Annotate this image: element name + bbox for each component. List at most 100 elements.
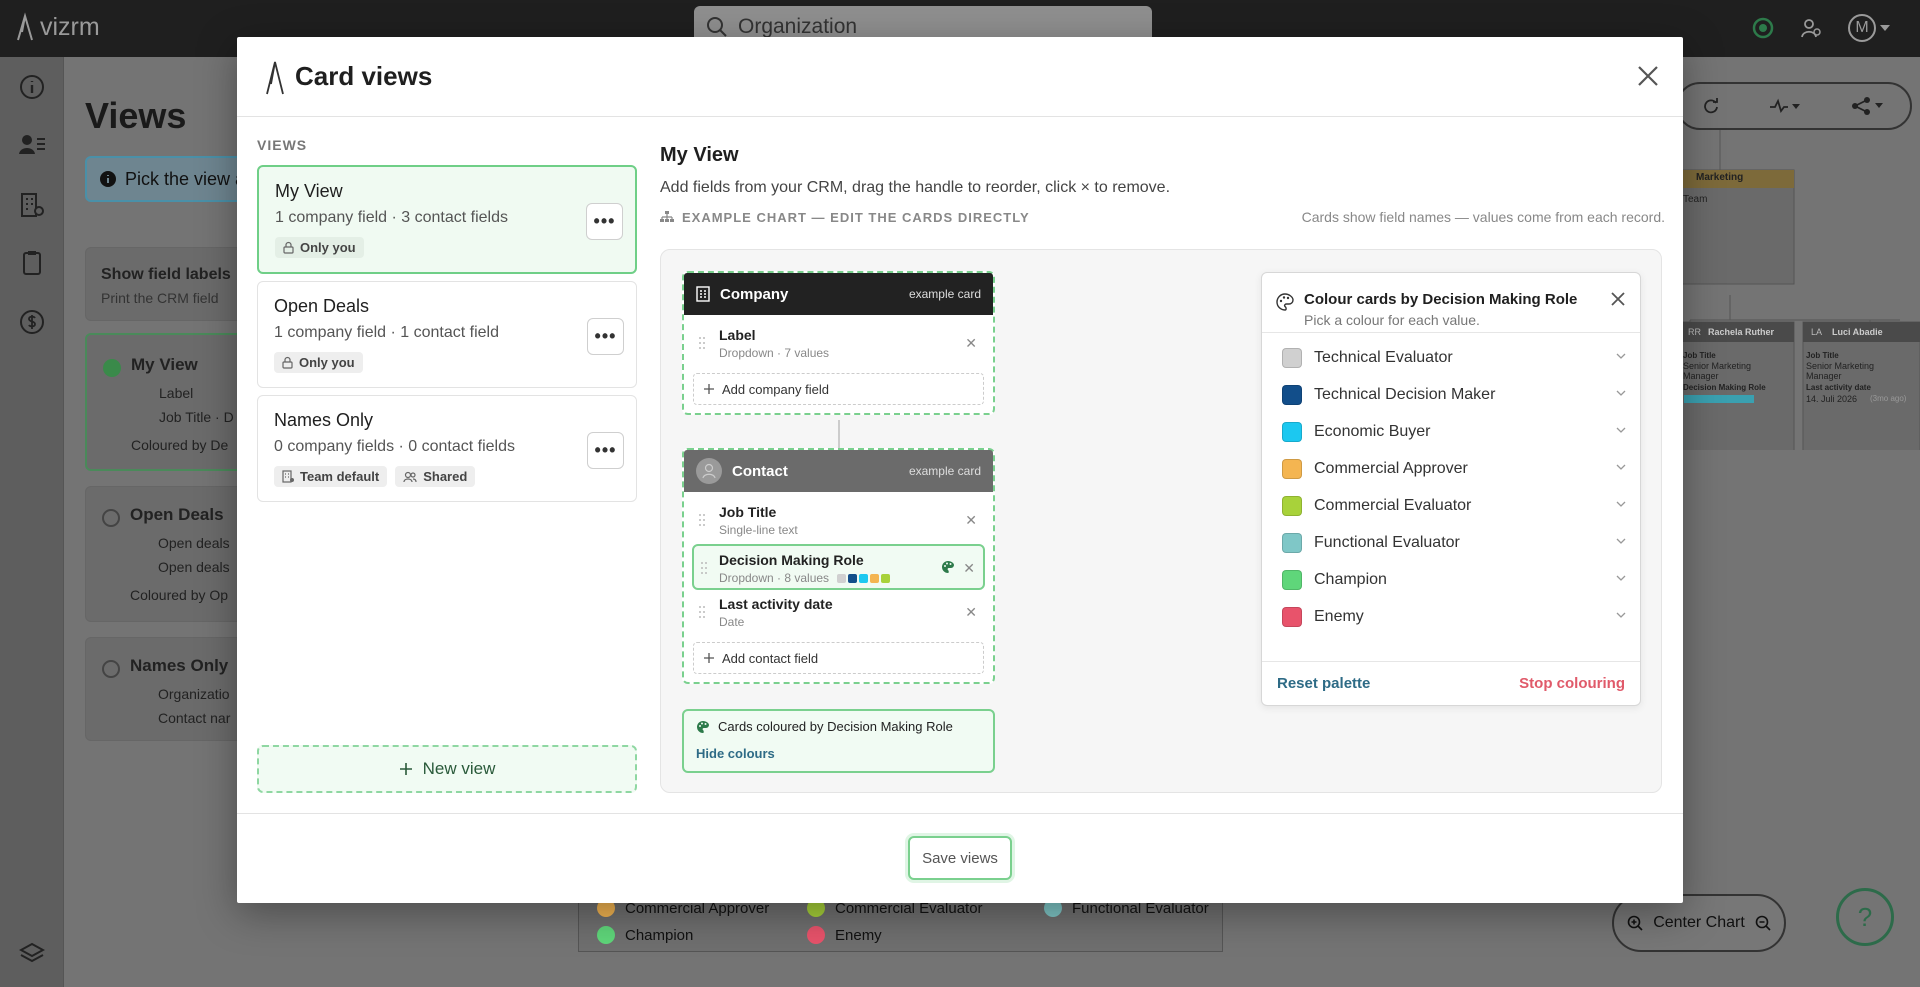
remove-field-icon[interactable]: ✕ bbox=[963, 560, 975, 577]
drag-handle-icon[interactable] bbox=[698, 335, 706, 351]
logo-text: vizrm bbox=[40, 12, 100, 41]
contacts-list-icon[interactable] bbox=[18, 131, 46, 159]
view-more-button[interactable]: ••• bbox=[586, 203, 623, 240]
palette-row[interactable]: Enemy bbox=[1262, 598, 1640, 635]
bg-person-initials: LA bbox=[1811, 327, 1823, 337]
colour-chip[interactable] bbox=[1282, 347, 1302, 368]
view-editor-header: My View Add fields from your CRM, drag t… bbox=[660, 144, 1665, 225]
add-company-field-button[interactable]: Add company field bbox=[693, 373, 984, 405]
zoom-out-icon[interactable] bbox=[1755, 915, 1771, 931]
palette-row[interactable]: Champion bbox=[1262, 561, 1640, 598]
bg-person-field: Last activity date bbox=[1806, 383, 1871, 392]
close-icon[interactable] bbox=[1610, 291, 1626, 307]
field-name: Last activity date bbox=[719, 596, 833, 612]
app-logo[interactable]: vizrm bbox=[14, 12, 100, 42]
chevron-down-icon[interactable] bbox=[1616, 390, 1626, 396]
plus-icon bbox=[399, 763, 412, 775]
shared-badge: Shared bbox=[395, 466, 476, 487]
palette-row[interactable]: Economic Buyer bbox=[1262, 413, 1640, 450]
close-icon[interactable] bbox=[1633, 61, 1663, 91]
show-field-labels-panel: Show field labels Print the CRM field bbox=[85, 247, 245, 321]
badge-label: Team default bbox=[300, 469, 380, 484]
drag-handle-icon[interactable] bbox=[700, 560, 708, 576]
palette-row[interactable]: Technical Decision Maker bbox=[1262, 376, 1640, 413]
palette-row[interactable]: Technical Evaluator bbox=[1262, 339, 1640, 376]
palette-row[interactable]: Functional Evaluator bbox=[1262, 524, 1640, 561]
card-field-row[interactable]: Job Title Single-line text ✕ bbox=[684, 498, 993, 544]
drag-handle-icon[interactable] bbox=[698, 604, 706, 620]
chevron-down-icon[interactable] bbox=[1616, 464, 1626, 470]
remove-field-icon[interactable]: ✕ bbox=[965, 512, 977, 529]
colour-chip[interactable] bbox=[1282, 458, 1302, 479]
view-item-names-only[interactable]: Names Only 0 company fields · 0 contact … bbox=[257, 395, 637, 502]
company-example-card: Company example card Label Dropdown · 7 … bbox=[682, 271, 995, 415]
example-card-badge: example card bbox=[908, 464, 981, 478]
palette-list: Technical Evaluator Technical Decision M… bbox=[1262, 333, 1640, 635]
colour-chip[interactable] bbox=[1282, 532, 1302, 553]
refresh-icon[interactable] bbox=[1703, 98, 1719, 114]
palette-icon bbox=[1276, 293, 1294, 311]
drag-handle-icon[interactable] bbox=[698, 512, 706, 528]
save-views-button[interactable]: Save views bbox=[908, 836, 1012, 880]
bg-view-my-view[interactable]: My View Label Job Title · D Coloured by … bbox=[85, 333, 245, 471]
contact-avatar-icon bbox=[696, 458, 722, 484]
chevron-down-icon[interactable] bbox=[1616, 538, 1626, 544]
chevron-down-icon[interactable] bbox=[1616, 501, 1626, 507]
colour-chip[interactable] bbox=[1282, 569, 1302, 590]
card-field-row[interactable]: Last activity date Date ✕ bbox=[684, 590, 993, 636]
info-icon[interactable] bbox=[18, 73, 46, 101]
new-view-button[interactable]: New view bbox=[257, 745, 637, 793]
role-swatch bbox=[870, 573, 880, 583]
view-more-button[interactable]: ••• bbox=[587, 432, 624, 469]
remove-field-icon[interactable]: ✕ bbox=[965, 604, 977, 621]
remove-field-icon[interactable]: ✕ bbox=[965, 335, 977, 352]
card-field-row[interactable]: Label Dropdown · 7 values ✕ bbox=[684, 321, 993, 367]
activity-icon[interactable] bbox=[1752, 17, 1774, 39]
colour-chip[interactable] bbox=[1282, 384, 1302, 405]
view-more-button[interactable]: ••• bbox=[587, 318, 624, 355]
reset-palette-button[interactable]: Reset palette bbox=[1277, 675, 1370, 692]
palette-value-label: Functional Evaluator bbox=[1314, 533, 1460, 551]
colour-chip[interactable] bbox=[1282, 421, 1302, 442]
chevron-down-icon[interactable] bbox=[1616, 427, 1626, 433]
card-field-row-coloured[interactable]: Decision Making Role Dropdown · 8 values… bbox=[692, 544, 985, 590]
activity-chart-icon[interactable] bbox=[1769, 98, 1800, 114]
view-name: Names Only bbox=[274, 410, 374, 430]
colour-chip[interactable] bbox=[1282, 495, 1302, 516]
colour-chip[interactable] bbox=[1282, 606, 1302, 627]
bg-view-names-only[interactable]: Names Only Organizatio Contact nar bbox=[85, 637, 245, 741]
bg-view-line: Job Title · D bbox=[159, 409, 234, 425]
badge-label: Only you bbox=[299, 355, 355, 370]
user-settings-icon[interactable] bbox=[1800, 17, 1822, 39]
new-view-label: New view bbox=[422, 759, 496, 778]
chevron-down-icon[interactable] bbox=[1616, 612, 1626, 618]
palette-row[interactable]: Commercial Approver bbox=[1262, 450, 1640, 487]
field-type-label: Dropdown · 7 values bbox=[719, 346, 830, 360]
company-card-header: Company example card bbox=[684, 273, 993, 315]
bg-person-field: Job Title bbox=[1806, 351, 1839, 360]
dollar-icon[interactable] bbox=[18, 308, 46, 336]
palette-icon[interactable] bbox=[941, 560, 955, 574]
palette-value-label: Commercial Approver bbox=[1314, 459, 1468, 477]
bg-view-open-deals[interactable]: Open Deals Open deals Open deals Coloure… bbox=[85, 486, 245, 622]
view-item-my-view[interactable]: My View 1 company field · 3 contact fiel… bbox=[257, 165, 637, 274]
center-chart-label: Center Chart bbox=[1653, 914, 1745, 931]
hide-colours-link[interactable]: Hide colours bbox=[696, 746, 981, 761]
chevron-down-icon[interactable] bbox=[1616, 575, 1626, 581]
stop-colouring-button[interactable]: Stop colouring bbox=[1519, 675, 1625, 692]
zoom-in-icon[interactable] bbox=[1627, 915, 1643, 931]
palette-row[interactable]: Commercial Evaluator bbox=[1262, 487, 1640, 524]
view-item-open-deals[interactable]: Open Deals 1 company field · 1 contact f… bbox=[257, 281, 637, 388]
account-menu[interactable]: M bbox=[1848, 14, 1890, 42]
info-icon bbox=[100, 171, 116, 187]
add-contact-field-button[interactable]: Add contact field bbox=[693, 642, 984, 674]
chevron-down-icon[interactable] bbox=[1616, 353, 1626, 359]
clipboard-icon[interactable] bbox=[18, 249, 46, 277]
help-button[interactable]: ? bbox=[1836, 888, 1894, 946]
company-settings-icon[interactable] bbox=[18, 191, 46, 219]
share-icon[interactable] bbox=[1851, 97, 1885, 115]
layers-icon[interactable] bbox=[18, 939, 46, 967]
palette-icon bbox=[697, 720, 709, 733]
view-tags: Team default Shared bbox=[274, 466, 620, 487]
bg-view-coloured: Coloured by De bbox=[131, 437, 229, 453]
